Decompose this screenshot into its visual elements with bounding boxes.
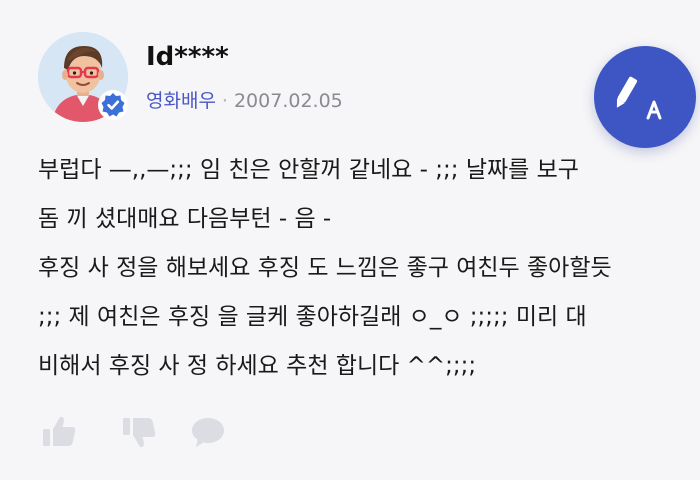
dislike-button[interactable] <box>120 412 160 452</box>
thumbs-down-icon <box>123 418 156 448</box>
meta-separator: · <box>221 90 228 112</box>
answer-card: Id**** 영화배우 · 2007.02.05 부럽다 —,,—;;; 임 친은 … <box>0 0 700 480</box>
author-name[interactable]: Id**** <box>146 42 229 72</box>
answer-line: 후징 사 정을 해보세요 후징 도 느낌은 좋구 여친두 좋아할듯 <box>38 255 612 281</box>
answer-line: 돔 끼 셨대매요 다음부턴 - 음 - <box>38 206 332 232</box>
answer-line: 부럽다 —,,—;;; 임 친은 안할꺼 같네요 - ;;; 날짜를 보구 <box>38 157 579 183</box>
author-meta: 영화배우 · 2007.02.05 <box>146 86 343 113</box>
avatar[interactable] <box>38 32 128 122</box>
translate-button[interactable] <box>594 46 696 148</box>
answer-line: ;;; 제 여친은 후징 을 글케 좋아하길래 ㅇ_ㅇ ;;;;; 미리 대 <box>38 304 587 330</box>
thumbs-up-icon <box>43 416 76 446</box>
author-role[interactable]: 영화배우 <box>146 90 216 112</box>
like-button[interactable] <box>40 412 80 452</box>
answer-body: 부럽다 —,,—;;; 임 친은 안할꺼 같네요 - ;;; 날짜를 보구 돔 … <box>38 146 678 391</box>
pen-translate-icon <box>616 76 662 120</box>
answer-date: 2007.02.05 <box>233 90 343 112</box>
comment-bubble-icon <box>192 418 224 447</box>
verified-badge <box>98 90 128 120</box>
comment-button[interactable] <box>188 412 228 452</box>
verified-check-icon <box>101 93 125 117</box>
answer-line: 비해서 후징 사 정 하세요 추천 합니다 ^^;;;; <box>38 353 477 379</box>
